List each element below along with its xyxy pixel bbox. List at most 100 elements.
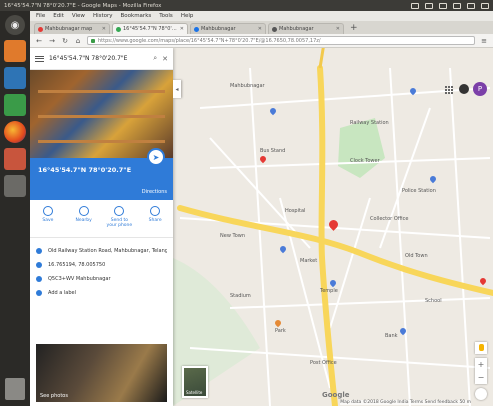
plus-code-icon (36, 276, 42, 282)
map-label[interactable]: Collector Office (370, 216, 408, 222)
clock-icon[interactable] (467, 2, 475, 9)
new-tab-button[interactable]: + (346, 23, 362, 33)
place-photo[interactable] (30, 70, 173, 158)
impress-icon[interactable] (4, 148, 26, 170)
calc-icon[interactable] (4, 94, 26, 116)
map-canvas[interactable]: Mahbubnagar Railway Station Bus Stand Cl… (30, 48, 493, 406)
photos-thumbnail[interactable]: See photos (36, 344, 167, 402)
back-icon[interactable]: ← (35, 37, 43, 45)
wifi-icon[interactable] (425, 2, 433, 9)
menu-tools[interactable]: Tools (159, 13, 173, 19)
nearby-button[interactable]: Nearby (70, 206, 98, 223)
map-label[interactable]: Old Town (405, 253, 428, 259)
map-label[interactable]: New Town (220, 233, 245, 239)
apps-grid-icon[interactable] (445, 86, 453, 94)
search-icon[interactable]: ⌕ (153, 54, 157, 63)
street-view-pegman-icon[interactable] (475, 342, 487, 354)
hamburger-menu-icon[interactable] (35, 55, 44, 62)
location-pin-icon (36, 248, 42, 254)
maps-favicon-icon (116, 26, 121, 32)
close-tab-icon[interactable]: ✕ (180, 26, 184, 32)
map-label[interactable]: Temple (320, 288, 338, 294)
info-row-coordinates[interactable]: 16.765194, 78.005750 (36, 258, 167, 272)
collapse-panel-button[interactable]: ◂ (173, 80, 181, 98)
close-tab-icon[interactable]: ✕ (336, 26, 340, 32)
place-header: 16°45'54.7"N 78°0'20.7"E ➤ Directions (30, 148, 173, 200)
share-button[interactable]: Share (141, 206, 169, 223)
info-row-plus-code[interactable]: Q5C3+WV Mahbubnagar (36, 272, 167, 286)
map-label[interactable]: Bus Stand (260, 148, 285, 154)
menu-bookmarks[interactable]: Bookmarks (121, 13, 152, 19)
photos-label: See photos (40, 393, 68, 399)
map-label[interactable]: Market (300, 258, 317, 264)
zoom-in-button[interactable]: + (478, 360, 485, 369)
tab-bar: Mahbubnagar map ✕ 16°45'54.7"N 78°0'20.7… (30, 21, 493, 34)
notifications-icon[interactable] (459, 84, 469, 94)
usb-drive-icon[interactable] (4, 175, 26, 197)
firefox-icon[interactable] (4, 121, 26, 143)
directions-button[interactable]: ➤ (147, 148, 165, 166)
map-label[interactable]: Railway Station (350, 120, 389, 126)
map-label[interactable]: Mahbubnagar (230, 83, 265, 89)
launcher: ◉ (0, 11, 30, 406)
menu-bar: File Edit View History Bookmarks Tools H… (30, 11, 493, 21)
zoom-out-button[interactable]: − (478, 373, 485, 382)
tab-coordinates[interactable]: 16°45'54.7"N 78°0'20.7"E ✕ (112, 23, 188, 34)
close-tab-icon[interactable]: ✕ (102, 26, 106, 32)
battery-icon[interactable] (439, 2, 447, 9)
tab-mahbubnagar-map[interactable]: Mahbubnagar map ✕ (34, 23, 110, 34)
info-row-address[interactable]: Old Railway Station Road, Mahbubnagar, T… (36, 244, 167, 258)
map-label[interactable]: Stadium (230, 293, 251, 299)
os-top-bar: 16°45'54.7"N 78°0'20.7"E - Google Maps -… (0, 0, 493, 11)
map-label[interactable]: Police Station (402, 188, 436, 194)
map-footer[interactable]: Map data ©2018 Google India Terms Send f… (340, 400, 471, 405)
close-tab-icon[interactable]: ✕ (258, 26, 262, 32)
menu-view[interactable]: View (72, 13, 85, 19)
map-label[interactable]: Bank (385, 333, 398, 339)
files-icon[interactable] (4, 40, 26, 62)
directions-label[interactable]: Directions (142, 189, 167, 195)
favicon-icon (38, 26, 43, 32)
forward-icon[interactable]: → (48, 37, 56, 45)
label-flag-icon (36, 290, 42, 296)
map-label[interactable]: Park (275, 328, 286, 334)
home-icon[interactable]: ⌂ (74, 37, 82, 45)
tab-mahbubnagar-2[interactable]: Mahbubnagar ✕ (190, 23, 266, 34)
browser-window: File Edit View History Bookmarks Tools H… (30, 11, 493, 406)
action-row: Save Nearby Send to your phone Share (30, 200, 173, 238)
coordinates-icon (36, 262, 42, 268)
menu-icon[interactable]: ≡ (480, 37, 488, 45)
writer-icon[interactable] (4, 67, 26, 89)
save-button[interactable]: Save (34, 206, 62, 223)
my-location-icon[interactable] (475, 388, 487, 400)
photo-detail (38, 140, 165, 143)
url-text: https://www.google.com/maps/place/16°45'… (98, 37, 321, 44)
power-icon[interactable] (481, 2, 489, 9)
info-row-label[interactable]: Add a label (36, 286, 167, 300)
menu-help[interactable]: Help (181, 13, 194, 19)
favicon-icon (272, 26, 277, 32)
lock-icon (91, 38, 95, 43)
map-label[interactable]: Hospital (285, 208, 305, 214)
keyboard-icon[interactable] (411, 2, 419, 9)
menu-file[interactable]: File (36, 13, 45, 19)
map-label[interactable]: Post Office (310, 360, 337, 366)
reload-icon[interactable]: ↻ (61, 37, 69, 45)
ubuntu-dash-icon[interactable]: ◉ (5, 15, 25, 35)
favicon-icon (194, 26, 199, 32)
search-input[interactable]: 16°45'54.7"N 78°0'20.7"E (49, 55, 148, 62)
volume-icon[interactable] (453, 2, 461, 9)
url-bar[interactable]: https://www.google.com/maps/place/16°45'… (87, 36, 475, 45)
map-label[interactable]: Clock Tower (350, 158, 380, 164)
system-tray (411, 2, 489, 9)
send-to-phone-button[interactable]: Send to your phone (105, 206, 133, 228)
tab-mahbubnagar-3[interactable]: Mahbubnagar ✕ (268, 23, 344, 34)
trash-icon[interactable] (5, 378, 25, 400)
menu-history[interactable]: History (93, 13, 113, 19)
search-box[interactable]: 16°45'54.7"N 78°0'20.7"E ⌕ ✕ (30, 48, 173, 70)
menu-edit[interactable]: Edit (53, 13, 64, 19)
avatar[interactable]: P (473, 82, 487, 96)
satellite-toggle[interactable]: Satellite (182, 366, 208, 398)
map-label[interactable]: School (425, 298, 442, 304)
close-icon[interactable]: ✕ (162, 55, 168, 63)
